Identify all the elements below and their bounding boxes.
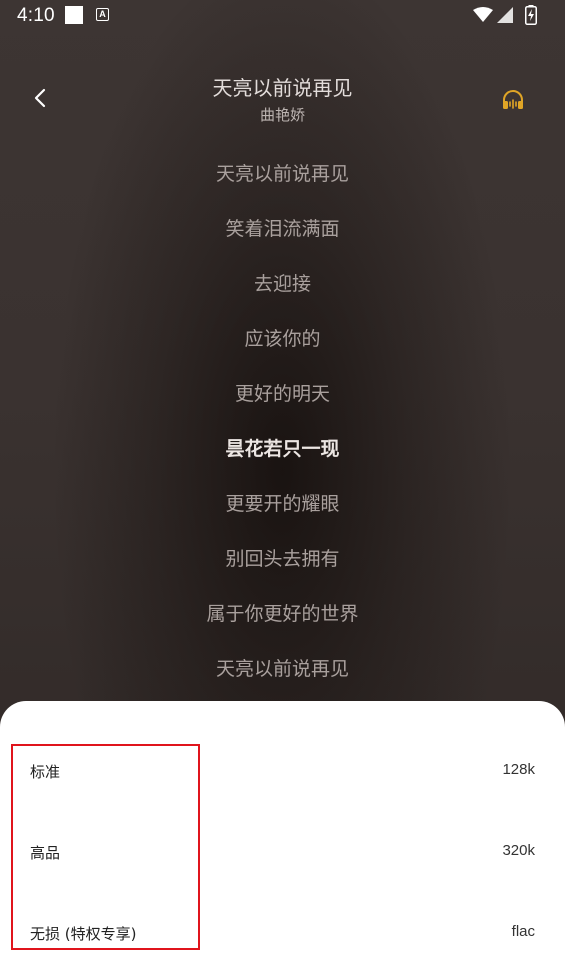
lyric-line-active[interactable]: 昙花若只一现	[0, 433, 565, 488]
lyric-line[interactable]: 天亮以前说再见	[0, 158, 565, 213]
a-notification-icon: A	[96, 8, 109, 21]
lyric-line[interactable]: 更要开的耀眼	[0, 488, 565, 543]
lyric-line[interactable]: 天亮以前说再见	[0, 653, 565, 708]
quality-option-rate: flac	[511, 923, 535, 940]
headphones-button[interactable]	[501, 88, 525, 112]
song-title: 天亮以前说再见	[212, 76, 353, 100]
lyric-line[interactable]: 笑着泪流满面	[0, 213, 565, 268]
artist-name: 曲艳娇	[259, 106, 305, 124]
lyric-line[interactable]: 别回头去拥有	[0, 543, 565, 598]
status-time: 4:10	[17, 5, 55, 26]
lyrics-list: 天亮以前说再见 笑着泪流满面 去迎接 应该你的 更好的明天 昙花若只一现 更要开…	[0, 158, 565, 708]
quality-option-rate: 128k	[502, 761, 535, 778]
notification-square-icon	[65, 6, 83, 24]
status-bar: 4:10 A	[0, 0, 565, 32]
wifi-icon	[473, 7, 493, 22]
quality-option-rate: 320k	[502, 842, 535, 859]
signal-icon	[497, 7, 513, 23]
lyric-line[interactable]: 去迎接	[0, 268, 565, 323]
lyric-line[interactable]: 应该你的	[0, 323, 565, 378]
highlight-box	[11, 744, 200, 950]
lyric-line[interactable]: 属于你更好的世界	[0, 598, 565, 653]
lyric-line[interactable]: 更好的明天	[0, 378, 565, 433]
battery-charging-icon	[525, 5, 537, 25]
headphones-icon	[503, 90, 523, 109]
